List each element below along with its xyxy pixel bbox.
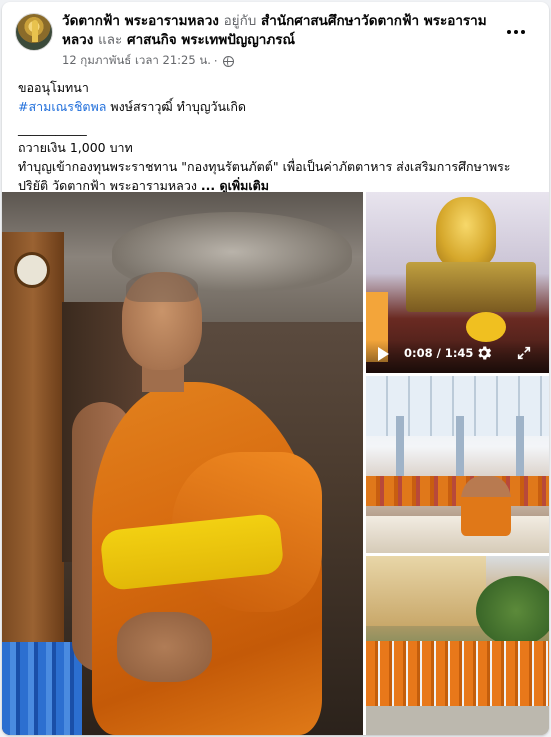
water-bottles (2, 642, 82, 735)
post-body: ขออนุโมทนา #สามเณรชิตพล พงษ์สราวุฒิ์ ทำบ… (18, 78, 538, 195)
media-grid: 0:08 / 1:45 (2, 192, 549, 735)
hashtag-link[interactable]: #สามเณรชิตพล (18, 99, 106, 114)
buddha-statue (436, 197, 496, 267)
globe-icon[interactable] (222, 55, 234, 67)
post-title: วัดตากฟ้า พระอารามหลวง อยู่กับ สำนักศาสน… (62, 12, 492, 50)
page-name-link[interactable]: วัดตากฟ้า พระอารามหลวง (62, 13, 219, 29)
temple-spire-icon (32, 20, 38, 42)
post-timestamp[interactable]: 12 กุมภาพันธ์ เวลา 21:25 น. (62, 52, 211, 70)
page-avatar[interactable] (15, 13, 53, 51)
post-card: วัดตากฟ้า พระอารามหลวง อยู่กับ สำนักศาสน… (2, 2, 549, 735)
photo-dining-hall[interactable] (366, 376, 549, 553)
with-label: อยู่กับ (223, 13, 257, 29)
text-line-3: ถวายเงิน 1,000 บาท (18, 140, 133, 155)
more-horizontal-icon (507, 30, 511, 34)
text-line-2-rest: พงษ์สราวุฒิ์ ทำบุญวันเกิด (106, 99, 247, 114)
more-options-button[interactable] (500, 18, 532, 46)
text-divider: ___________ (18, 121, 87, 136)
video-time: 0:08 / 1:45 (404, 346, 474, 360)
gear-icon[interactable] (475, 344, 493, 362)
see-more-link[interactable]: ... ดูเพิ่มเติม (201, 178, 269, 193)
monk-head (122, 272, 202, 370)
wall-clock (14, 252, 50, 288)
text-line-5-main: ปริยัติ วัดตากฟ้า พระอารามหลวง (18, 178, 201, 193)
photo-monks-procession[interactable] (366, 556, 549, 735)
video-buddha-altar[interactable]: 0:08 / 1:45 (366, 192, 549, 373)
text-line-1: ขออนุโมทนา (18, 80, 89, 95)
play-icon[interactable] (378, 347, 389, 361)
photo-novice-monk[interactable] (2, 192, 363, 735)
and-label: และ (98, 32, 123, 48)
text-line-4: ทำบุญเข้ากองทุนพระราชทาน "กองทุนรัตนภัตต… (18, 159, 511, 174)
post-header: วัดตากฟ้า พระอารามหลวง อยู่กับ สำนักศาสน… (2, 2, 549, 68)
expand-icon[interactable] (516, 345, 532, 361)
text-line-2: #สามเณรชิตพล พงษ์สราวุฒิ์ ทำบุญวันเกิด (18, 97, 538, 116)
post-meta: 12 กุมภาพันธ์ เวลา 21:25 น. · (62, 52, 234, 70)
tagged-page-link-2[interactable]: ศาสนกิจ พระเทพปัญญาภรณ์ (127, 32, 295, 48)
wood-cabinet (2, 232, 64, 692)
